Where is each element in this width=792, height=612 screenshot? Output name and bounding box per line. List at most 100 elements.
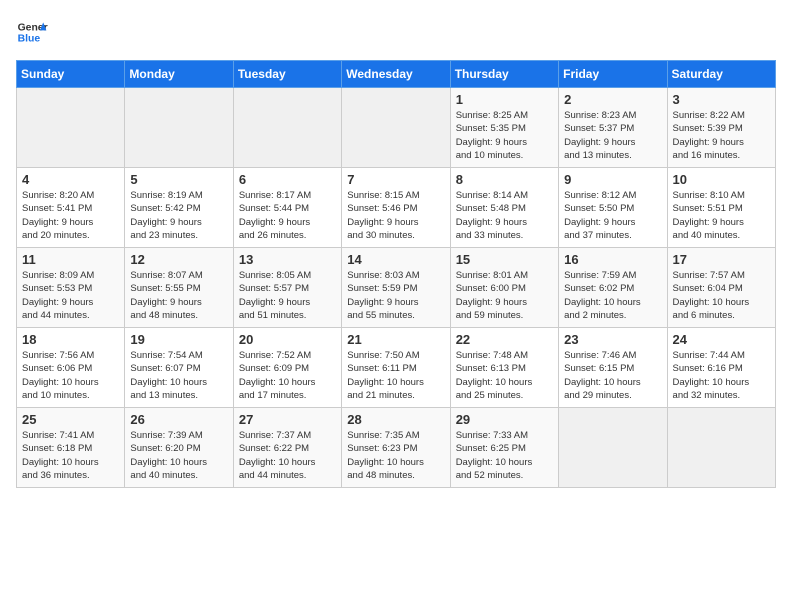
calendar-cell: 4Sunrise: 8:20 AM Sunset: 5:41 PM Daylig… [17, 168, 125, 248]
calendar-table: SundayMondayTuesdayWednesdayThursdayFrid… [16, 60, 776, 488]
calendar-header-row: SundayMondayTuesdayWednesdayThursdayFrid… [17, 61, 776, 88]
day-info: Sunrise: 8:25 AM Sunset: 5:35 PM Dayligh… [456, 109, 553, 162]
calendar-cell: 29Sunrise: 7:33 AM Sunset: 6:25 PM Dayli… [450, 408, 558, 488]
calendar-week-row: 1 Sunrise: 8:25 AM Sunset: 5:35 PM Daylig… [17, 88, 776, 168]
calendar-cell: 28 Sunrise: 7:35 AM Sunset: 6:23 PM Dayli… [342, 408, 450, 488]
calendar-cell [342, 88, 450, 168]
day-number: 1 [456, 92, 553, 107]
day-number: 23 [564, 332, 661, 347]
day-of-week-header: Monday [125, 61, 233, 88]
calendar-cell: 22 Sunrise: 7:48 AM Sunset: 6:13 PM Dayli… [450, 328, 558, 408]
day-info: Sunrise: 8:15 AM Sunset: 5:46 PM Dayligh… [347, 189, 444, 242]
calendar-cell: 17 Sunrise: 7:57 AM Sunset: 6:04 PM Dayli… [667, 248, 775, 328]
calendar-cell: 26Sunrise: 7:39 AM Sunset: 6:20 PM Dayli… [125, 408, 233, 488]
day-of-week-header: Friday [559, 61, 667, 88]
day-number: 17 [673, 252, 770, 267]
day-number: 2 [564, 92, 661, 107]
day-number: 7 [347, 172, 444, 187]
day-of-week-header: Saturday [667, 61, 775, 88]
calendar-cell: 16 Sunrise: 7:59 AM Sunset: 6:02 PM Dayli… [559, 248, 667, 328]
calendar-cell: 25 Sunrise: 7:41 AM Sunset: 6:18 PM Dayli… [17, 408, 125, 488]
day-info: Sunrise: 7:57 AM Sunset: 6:04 PM Dayligh… [673, 269, 770, 322]
calendar-cell: 8 Sunrise: 8:14 AM Sunset: 5:48 PM Daylig… [450, 168, 558, 248]
calendar-cell: 11Sunrise: 8:09 AM Sunset: 5:53 PM Dayli… [17, 248, 125, 328]
day-number: 28 [347, 412, 444, 427]
day-number: 19 [130, 332, 227, 347]
day-number: 9 [564, 172, 661, 187]
day-number: 27 [239, 412, 336, 427]
day-number: 10 [673, 172, 770, 187]
calendar-week-row: 18 Sunrise: 7:56 AM Sunset: 6:06 PM Dayli… [17, 328, 776, 408]
day-number: 8 [456, 172, 553, 187]
day-info: Sunrise: 8:22 AM Sunset: 5:39 PM Dayligh… [673, 109, 770, 162]
page-header: General Blue [16, 16, 776, 48]
calendar-cell: 9 Sunrise: 8:12 AM Sunset: 5:50 PM Daylig… [559, 168, 667, 248]
svg-text:Blue: Blue [18, 34, 41, 45]
day-info: Sunrise: 7:54 AM Sunset: 6:07 PM Dayligh… [130, 349, 227, 402]
calendar-cell: 20 Sunrise: 7:52 AM Sunset: 6:09 PM Dayli… [233, 328, 341, 408]
calendar-cell: 2 Sunrise: 8:23 AM Sunset: 5:37 PM Daylig… [559, 88, 667, 168]
calendar-cell [667, 408, 775, 488]
day-number: 25 [22, 412, 119, 427]
day-number: 3 [673, 92, 770, 107]
calendar-week-row: 4Sunrise: 8:20 AM Sunset: 5:41 PM Daylig… [17, 168, 776, 248]
day-number: 26 [130, 412, 227, 427]
day-info: Sunrise: 8:20 AM Sunset: 5:41 PM Dayligh… [22, 189, 119, 242]
logo: General Blue [16, 16, 48, 48]
day-info: Sunrise: 8:14 AM Sunset: 5:48 PM Dayligh… [456, 189, 553, 242]
day-of-week-header: Wednesday [342, 61, 450, 88]
calendar-cell [17, 88, 125, 168]
day-number: 21 [347, 332, 444, 347]
day-info: Sunrise: 7:41 AM Sunset: 6:18 PM Dayligh… [22, 429, 119, 482]
day-info: Sunrise: 8:23 AM Sunset: 5:37 PM Dayligh… [564, 109, 661, 162]
calendar-week-row: 11Sunrise: 8:09 AM Sunset: 5:53 PM Dayli… [17, 248, 776, 328]
day-info: Sunrise: 7:37 AM Sunset: 6:22 PM Dayligh… [239, 429, 336, 482]
day-info: Sunrise: 8:17 AM Sunset: 5:44 PM Dayligh… [239, 189, 336, 242]
calendar-cell: 3 Sunrise: 8:22 AM Sunset: 5:39 PM Daylig… [667, 88, 775, 168]
day-info: Sunrise: 8:07 AM Sunset: 5:55 PM Dayligh… [130, 269, 227, 322]
day-number: 13 [239, 252, 336, 267]
day-info: Sunrise: 7:50 AM Sunset: 6:11 PM Dayligh… [347, 349, 444, 402]
calendar-cell: 10 Sunrise: 8:10 AM Sunset: 5:51 PM Dayli… [667, 168, 775, 248]
calendar-cell: 14Sunrise: 8:03 AM Sunset: 5:59 PM Dayli… [342, 248, 450, 328]
day-of-week-header: Thursday [450, 61, 558, 88]
day-info: Sunrise: 7:56 AM Sunset: 6:06 PM Dayligh… [22, 349, 119, 402]
day-of-week-header: Tuesday [233, 61, 341, 88]
calendar-cell: 27 Sunrise: 7:37 AM Sunset: 6:22 PM Dayli… [233, 408, 341, 488]
calendar-cell: 5Sunrise: 8:19 AM Sunset: 5:42 PM Daylig… [125, 168, 233, 248]
calendar-cell: 23 Sunrise: 7:46 AM Sunset: 6:15 PM Dayli… [559, 328, 667, 408]
calendar-week-row: 25 Sunrise: 7:41 AM Sunset: 6:18 PM Dayli… [17, 408, 776, 488]
calendar-cell [233, 88, 341, 168]
calendar-cell: 19 Sunrise: 7:54 AM Sunset: 6:07 PM Dayli… [125, 328, 233, 408]
day-info: Sunrise: 8:01 AM Sunset: 6:00 PM Dayligh… [456, 269, 553, 322]
calendar-cell: 13 Sunrise: 8:05 AM Sunset: 5:57 PM Dayli… [233, 248, 341, 328]
day-info: Sunrise: 7:33 AM Sunset: 6:25 PM Dayligh… [456, 429, 553, 482]
day-info: Sunrise: 7:59 AM Sunset: 6:02 PM Dayligh… [564, 269, 661, 322]
logo-icon: General Blue [16, 16, 48, 48]
calendar-cell: 15Sunrise: 8:01 AM Sunset: 6:00 PM Dayli… [450, 248, 558, 328]
day-info: Sunrise: 8:10 AM Sunset: 5:51 PM Dayligh… [673, 189, 770, 242]
day-info: Sunrise: 7:52 AM Sunset: 6:09 PM Dayligh… [239, 349, 336, 402]
day-number: 20 [239, 332, 336, 347]
calendar-cell: 6 Sunrise: 8:17 AM Sunset: 5:44 PM Daylig… [233, 168, 341, 248]
day-number: 6 [239, 172, 336, 187]
day-number: 16 [564, 252, 661, 267]
calendar-cell [559, 408, 667, 488]
day-number: 11 [22, 252, 119, 267]
day-info: Sunrise: 7:35 AM Sunset: 6:23 PM Dayligh… [347, 429, 444, 482]
day-number: 5 [130, 172, 227, 187]
day-info: Sunrise: 8:05 AM Sunset: 5:57 PM Dayligh… [239, 269, 336, 322]
calendar-cell: 24 Sunrise: 7:44 AM Sunset: 6:16 PM Dayli… [667, 328, 775, 408]
day-info: Sunrise: 7:44 AM Sunset: 6:16 PM Dayligh… [673, 349, 770, 402]
day-number: 12 [130, 252, 227, 267]
day-info: Sunrise: 7:46 AM Sunset: 6:15 PM Dayligh… [564, 349, 661, 402]
day-number: 22 [456, 332, 553, 347]
day-info: Sunrise: 8:12 AM Sunset: 5:50 PM Dayligh… [564, 189, 661, 242]
day-of-week-header: Sunday [17, 61, 125, 88]
day-number: 18 [22, 332, 119, 347]
day-info: Sunrise: 8:03 AM Sunset: 5:59 PM Dayligh… [347, 269, 444, 322]
day-info: Sunrise: 7:48 AM Sunset: 6:13 PM Dayligh… [456, 349, 553, 402]
day-number: 24 [673, 332, 770, 347]
calendar-cell: 21 Sunrise: 7:50 AM Sunset: 6:11 PM Dayli… [342, 328, 450, 408]
calendar-cell: 18 Sunrise: 7:56 AM Sunset: 6:06 PM Dayli… [17, 328, 125, 408]
